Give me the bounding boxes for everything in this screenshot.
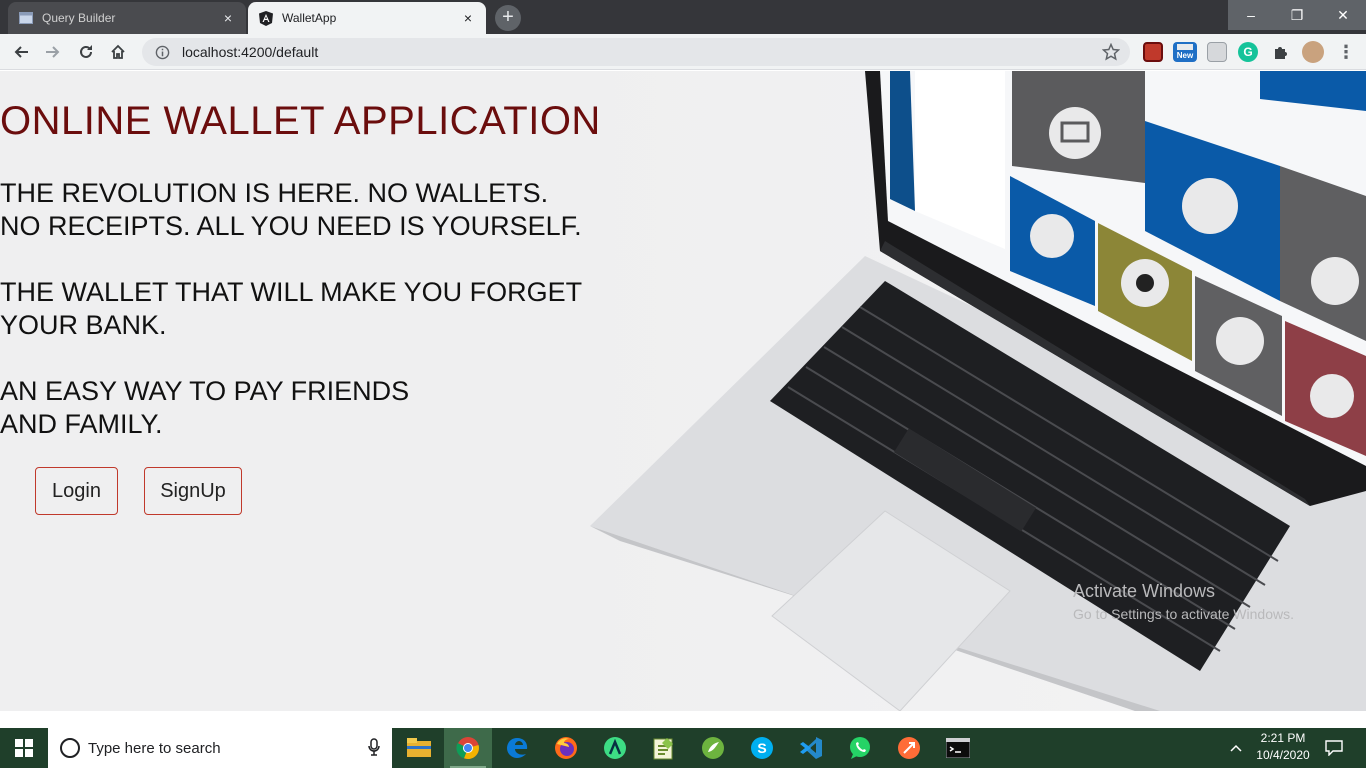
tagline-line: AND FAMILY. xyxy=(0,409,163,439)
tab-query-builder[interactable]: Query Builder × xyxy=(8,2,246,34)
minimize-button[interactable]: – xyxy=(1228,0,1274,30)
windows-start-icon[interactable] xyxy=(0,728,48,768)
vscode-icon[interactable] xyxy=(787,728,835,768)
spring-icon[interactable] xyxy=(689,728,737,768)
terminal-icon[interactable] xyxy=(934,728,982,768)
firefox-icon[interactable] xyxy=(542,728,590,768)
page-title: ONLINE WALLET APPLICATION xyxy=(0,99,601,143)
home-icon[interactable] xyxy=(106,40,130,64)
address-bar[interactable]: localhost:4200/default xyxy=(142,38,1130,66)
url-text: localhost:4200/default xyxy=(182,44,319,60)
tagline-line: THE REVOLUTION IS HERE. NO WALLETS. xyxy=(0,178,549,208)
grammarly-icon[interactable]: G xyxy=(1238,42,1258,62)
microphone-icon[interactable] xyxy=(368,738,380,760)
search-placeholder: Type here to search xyxy=(88,739,221,757)
svg-text:S: S xyxy=(757,740,766,756)
tagline-line: THE WALLET THAT WILL MAKE YOU FORGET xyxy=(0,277,583,307)
close-icon[interactable]: × xyxy=(460,10,476,26)
chevron-up-icon[interactable] xyxy=(1226,728,1246,768)
page-icon xyxy=(18,10,34,26)
file-explorer-icon[interactable] xyxy=(395,728,443,768)
tagline-line: YOUR BANK. xyxy=(0,310,167,340)
tagline-line: NO RECEIPTS. ALL YOU NEED IS YOURSELF. xyxy=(0,211,582,241)
taskbar-search-box[interactable]: Type here to search xyxy=(48,728,392,768)
clock-time: 2:21 PM xyxy=(1260,731,1306,745)
tampermonkey-icon[interactable] xyxy=(1143,42,1163,62)
taskbar-clock[interactable]: 2:21 PM 10/4/2020 xyxy=(1248,730,1318,764)
profile-avatar[interactable] xyxy=(1302,41,1324,63)
android-studio-icon[interactable] xyxy=(591,728,639,768)
chrome-icon[interactable] xyxy=(444,728,492,768)
new-tab-button[interactable]: + xyxy=(495,5,521,31)
close-icon[interactable]: × xyxy=(220,10,236,26)
back-icon[interactable] xyxy=(9,40,33,64)
window-icon xyxy=(1177,44,1193,50)
new-badge: New xyxy=(1176,51,1194,60)
angular-icon xyxy=(258,10,274,26)
new-badge-icon[interactable]: New xyxy=(1173,42,1197,62)
info-icon[interactable] xyxy=(154,44,170,60)
notepad-plus-icon[interactable] xyxy=(640,728,688,768)
activate-windows-watermark: Activate Windows Go to Settings to activ… xyxy=(1073,581,1294,622)
bookmark-star-icon[interactable] xyxy=(1101,42,1121,61)
puzzle-icon[interactable] xyxy=(1270,42,1290,62)
page-bottom-strip xyxy=(0,711,1366,728)
postman-icon[interactable] xyxy=(885,728,933,768)
watermark-title: Activate Windows xyxy=(1073,581,1216,601)
browser-tab-strip: Query Builder × WalletApp × + – ❐ ✕ xyxy=(0,0,1366,34)
tagline-revolution: THE REVOLUTION IS HERE. NO WALLETS. NO R… xyxy=(0,177,582,243)
tab-title: Query Builder xyxy=(42,11,116,25)
tab-title: WalletApp xyxy=(282,11,337,25)
tagline-line: AN EASY WAY TO PAY FRIENDS xyxy=(0,376,410,406)
login-button[interactable]: Login xyxy=(35,467,118,515)
skype-icon[interactable]: S xyxy=(738,728,786,768)
tagline-pay-friends: AN EASY WAY TO PAY FRIENDS AND FAMILY. xyxy=(0,375,409,441)
reload-icon[interactable] xyxy=(74,40,98,64)
notification-icon[interactable] xyxy=(1320,728,1348,768)
tab-walletapp[interactable]: WalletApp × xyxy=(248,2,486,34)
maximize-button[interactable]: ❐ xyxy=(1274,0,1320,30)
windows-taskbar: Type here to search S 2:21 PM 10/4/2020 xyxy=(0,728,1366,768)
watermark-subtitle: Go to Settings to activate Windows. xyxy=(1073,606,1294,622)
tagline-forget-bank: THE WALLET THAT WILL MAKE YOU FORGET YOU… xyxy=(0,276,582,342)
whatsapp-icon[interactable] xyxy=(836,728,884,768)
signup-button[interactable]: SignUp xyxy=(144,467,242,515)
edge-icon[interactable] xyxy=(493,728,541,768)
cortana-icon xyxy=(60,738,80,758)
forward-icon[interactable] xyxy=(41,40,65,64)
window-close-button[interactable]: ✕ xyxy=(1320,0,1366,30)
browser-toolbar: localhost:4200/default New G ⋮ xyxy=(0,34,1366,70)
menu-icon[interactable]: ⋮ xyxy=(1336,42,1356,62)
cast-icon[interactable] xyxy=(1207,42,1227,62)
clock-date: 10/4/2020 xyxy=(1256,748,1310,762)
